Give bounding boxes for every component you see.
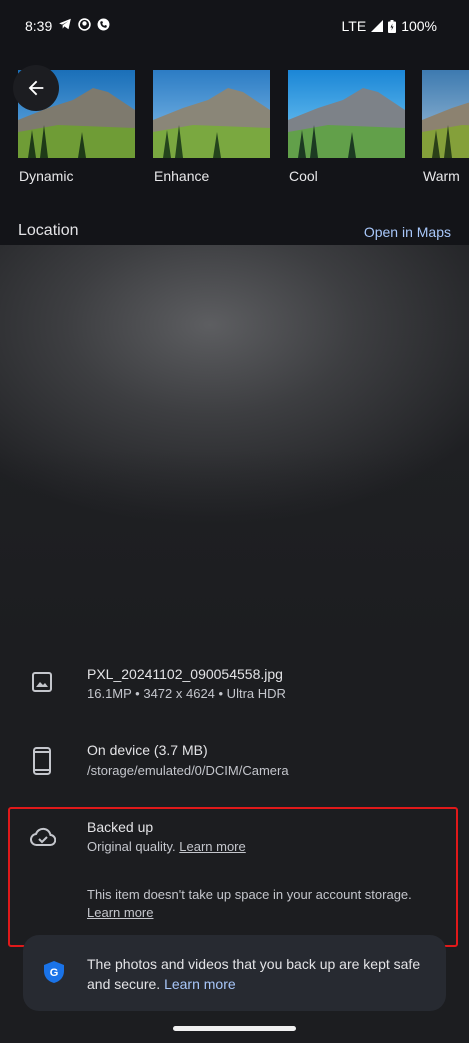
filter-carousel: Dynamic Enhance Cool Warm (18, 70, 469, 190)
status-time: 8:39 (25, 18, 53, 34)
location-heading: Location (18, 222, 79, 239)
device-path: /storage/emulated/0/DCIM/Camera (87, 763, 289, 778)
call-notification-icon (97, 18, 110, 30)
secure-card: G The photos and videos that you back up… (23, 935, 446, 1011)
status-bar: 8:39 LTE 100% (0, 0, 469, 50)
filter-label: Enhance (154, 168, 210, 184)
filter-label: Dynamic (19, 168, 74, 184)
secure-learn-more-link[interactable]: Learn more (164, 976, 236, 992)
battery-percent: 100% (401, 18, 437, 34)
device-title: On device (3.7 MB) (87, 742, 208, 758)
filter-thumbnail (422, 70, 469, 158)
arrow-left-icon (28, 80, 44, 96)
phone-icon (33, 747, 51, 775)
secure-text: The photos and videos that you back up a… (87, 956, 421, 992)
open-in-maps-link[interactable]: Open in Maps (364, 224, 451, 240)
battery-icon (388, 19, 397, 33)
filter-label: Cool (289, 168, 318, 184)
svg-text:G: G (50, 967, 59, 979)
filter-enhance[interactable]: Enhance (153, 70, 270, 184)
secure-text-block: The photos and videos that you back up a… (87, 954, 427, 994)
google-shield-icon: G (44, 961, 64, 983)
filter-thumbnail (153, 70, 270, 158)
signal-icon (371, 20, 384, 32)
image-icon (32, 672, 52, 692)
back-button[interactable] (13, 65, 59, 111)
status-right: LTE 100% (342, 18, 437, 34)
app-notification-icon (78, 17, 91, 31)
file-name: PXL_20241102_090054558.jpg (87, 666, 283, 682)
notification-icons (58, 17, 110, 31)
network-label: LTE (341, 18, 367, 34)
filter-label: Warm (423, 168, 460, 184)
highlight-box (8, 807, 458, 947)
mountain-image (422, 102, 469, 158)
filter-thumbnail (288, 70, 405, 158)
mountain-image (153, 88, 270, 158)
home-indicator[interactable] (173, 1026, 296, 1031)
filter-warm[interactable]: Warm (422, 70, 469, 184)
mountain-image (288, 88, 405, 158)
file-meta: 16.1MP • 3472 x 4624 • Ultra HDR (87, 686, 286, 701)
filter-cool[interactable]: Cool (288, 70, 405, 184)
telegram-icon (59, 18, 71, 30)
map-fade (0, 450, 469, 645)
